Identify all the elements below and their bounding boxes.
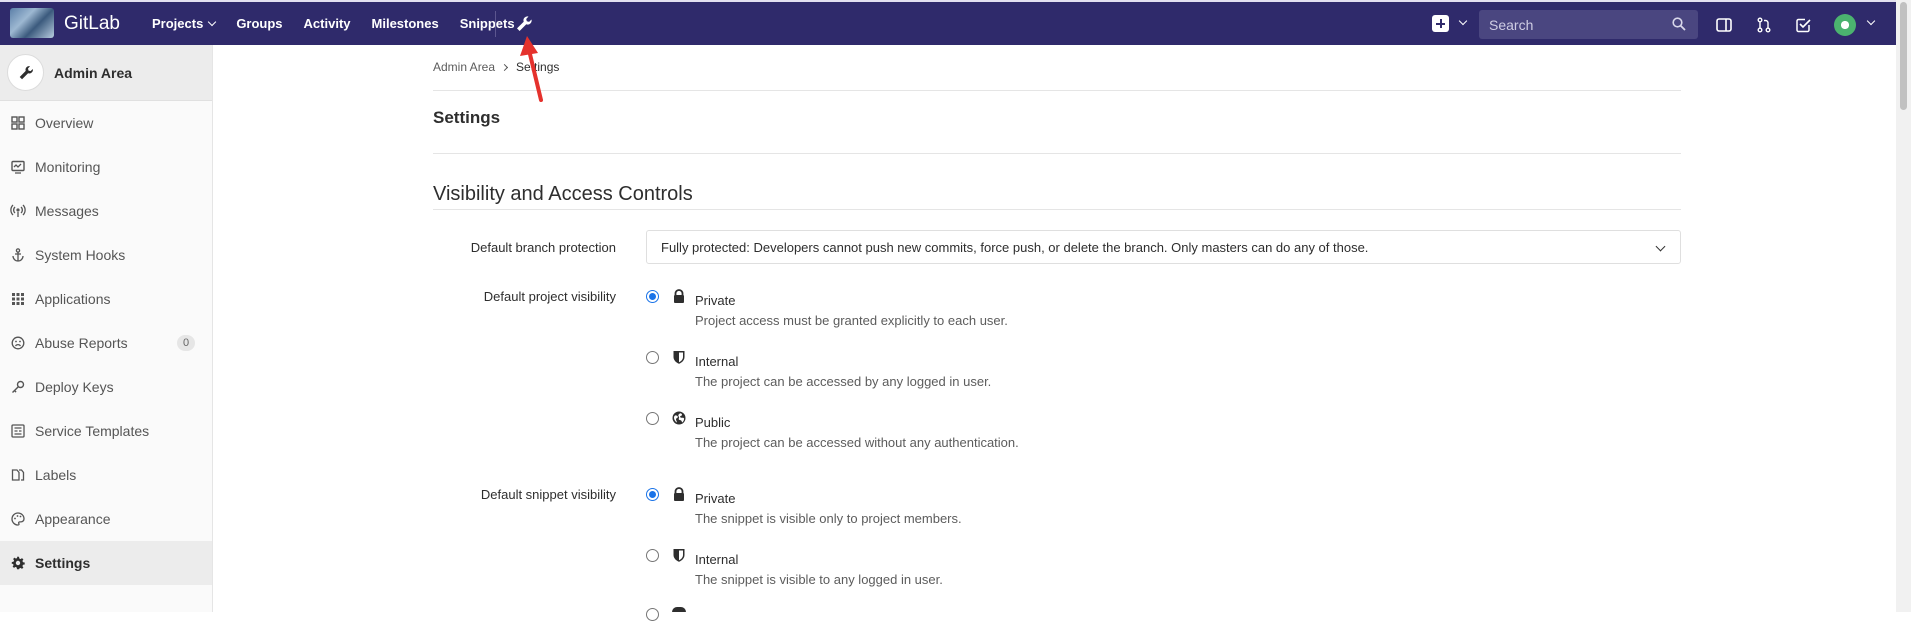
snippet-private-radio[interactable] [646,488,659,501]
lock-icon [674,289,684,303]
divider [433,90,1681,91]
user-avatar[interactable] [1834,14,1856,36]
labels-icon [10,467,26,483]
sidebar-item-overview[interactable]: Overview [0,101,212,145]
sidebar-item-messages[interactable]: Messages [0,189,212,233]
nav-groups[interactable]: Groups [236,16,282,31]
sidebar-item-label: Abuse Reports [35,335,128,351]
lock-icon [674,487,684,501]
sidebar-item-label: Labels [35,467,77,483]
sidebar-title: Admin Area [54,64,133,81]
overview-icon [10,115,26,131]
sidebar-item-label: Monitoring [35,159,101,175]
project-private-desc: Project access must be granted explicitl… [695,313,1008,328]
divider [433,209,1681,210]
snippet-internal-desc: The snippet is visible to any logged in … [695,572,943,587]
new-item-icon[interactable] [1432,15,1449,32]
annotation-arrow-icon [520,36,543,102]
nav-activity[interactable]: Activity [304,16,351,31]
project-public-radio[interactable] [646,412,659,425]
project-visibility-label: Default project visibility [483,289,616,304]
snippet-visibility-label: Default snippet visibility [480,487,616,502]
sidebar-header[interactable]: Admin Area [0,45,212,101]
page-title: Settings [433,108,501,127]
brand-name[interactable]: GitLab [64,13,120,35]
merge-request-icon[interactable] [1755,16,1773,34]
snippet-public-radio[interactable] [646,608,659,621]
shield-icon [673,549,685,562]
sidebar-item-label: Settings [35,555,91,571]
abuse-icon [10,335,26,351]
template-icon [10,423,26,439]
nav-projects[interactable]: Projects [152,16,217,31]
section-title: Visibility and Access Controls [433,183,693,205]
main-nav: Projects Groups Activity Milestones Snip… [152,2,536,45]
chevron-down-icon [208,17,217,27]
project-internal-desc: The project can be accessed by any logge… [695,374,992,389]
branch-protection-select[interactable]: Fully protected: Developers cannot push … [646,230,1681,264]
chevron-down-icon [1655,241,1666,252]
chevron-down-icon[interactable] [1866,16,1876,26]
sidebar-item-service-templates[interactable]: Service Templates [0,409,212,453]
monitor-icon [10,159,26,175]
nav-milestones[interactable]: Milestones [372,16,439,31]
admin-wrench-icon[interactable] [514,14,534,34]
admin-sidebar: Admin Area Overview Monitoring Messages … [0,45,213,612]
nav-snippets[interactable]: Snippets [460,16,515,31]
gitlab-logo[interactable] [10,8,54,38]
sidebar-item-label: Appearance [35,511,111,527]
broadcast-icon [10,203,26,219]
sidebar-item-label: Service Templates [35,423,150,439]
sidebar-item-abuse-reports[interactable]: Abuse Reports 0 [0,321,212,365]
breadcrumb-admin-area[interactable]: Admin Area [433,60,495,74]
project-private-title: Private [695,293,736,308]
globe-icon [672,607,686,612]
top-navbar: GitLab Projects Groups Activity Mileston… [0,0,1896,45]
sidebar-item-label: Deploy Keys [35,379,114,395]
globe-icon [672,411,686,425]
sidebar-item-appearance[interactable]: Appearance [0,497,212,541]
scrollbar-thumb[interactable] [1900,2,1907,110]
sidebar-item-label: Overview [35,115,94,131]
palette-icon [10,511,26,527]
project-internal-radio[interactable] [646,351,659,364]
gear-icon [10,555,26,571]
branch-protection-label: Default branch protection [470,240,616,255]
sidebar-item-deploy-keys[interactable]: Deploy Keys [0,365,212,409]
todo-icon[interactable] [1794,16,1812,34]
snippet-internal-title: Internal [695,552,739,567]
project-public-desc: The project can be accessed without any … [695,435,1019,450]
sidebar-item-settings[interactable]: Settings [0,541,212,585]
snippet-internal-radio[interactable] [646,549,659,562]
wrench-icon [7,54,44,91]
key-icon [10,379,26,395]
abuse-count-badge: 0 [177,335,195,351]
snippet-private-desc: The snippet is visible only to project m… [695,511,962,526]
search-icon [1672,17,1686,31]
project-public-title: Public [695,415,731,430]
project-internal-title: Internal [695,354,739,369]
snippet-private-title: Private [695,491,736,506]
nav-divider [495,11,496,37]
chevron-down-icon[interactable] [1458,16,1468,26]
shield-icon [673,351,685,364]
divider [433,153,1681,154]
sidebar-toggle-icon[interactable] [1715,16,1733,34]
branch-protection-value: Fully protected: Developers cannot push … [661,239,1369,255]
project-private-radio[interactable] [646,290,659,303]
search-input[interactable] [1479,10,1698,39]
chevron-right-icon [501,63,509,71]
sidebar-item-label: Messages [35,203,99,219]
sidebar-item-monitoring[interactable]: Monitoring [0,145,212,189]
